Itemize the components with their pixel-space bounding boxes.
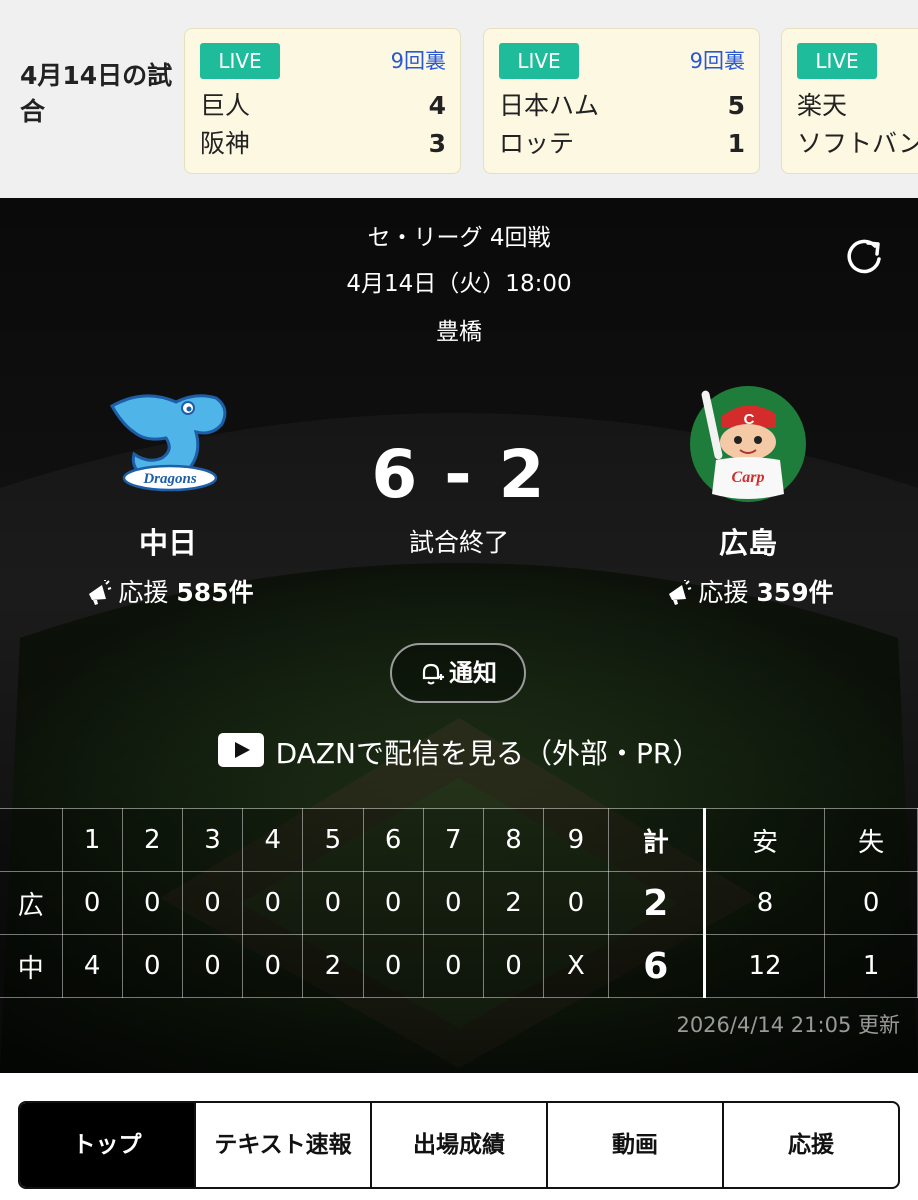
inning-cell: 0 — [362, 934, 424, 998]
inning-cell: 0 — [302, 871, 364, 935]
team-name: 阪神 — [200, 129, 251, 158]
errors-cell: 1 — [824, 934, 918, 998]
notify-label: 通知 — [449, 659, 497, 687]
team-cell: 中 — [0, 934, 63, 998]
header-cell: 9 — [543, 808, 609, 872]
dazn-link[interactable]: DAZNで配信を見る（外部・PR） — [0, 732, 918, 776]
header-cell: 失 — [824, 808, 918, 872]
hits-cell: 12 — [703, 934, 826, 998]
inning-cell: 2 — [302, 934, 364, 998]
inning-cell: 0 — [242, 871, 304, 935]
refresh-icon[interactable] — [842, 234, 888, 280]
header-cell: 5 — [302, 808, 364, 872]
team-name: 巨人 — [200, 91, 251, 120]
team-name: ソフトバンク — [797, 129, 918, 158]
header-cell: 4 — [242, 808, 304, 872]
header-cell: 2 — [121, 808, 183, 872]
team-name: 楽天 — [797, 91, 848, 120]
inning-cell: 0 — [61, 871, 123, 935]
dragons-logo-icon: Dragons — [109, 394, 227, 492]
header-cell: 6 — [362, 808, 424, 872]
inning-cell: 0 — [422, 934, 484, 998]
game-tabs: トップ テキスト速報 出場成績 動画 応援 — [18, 1101, 900, 1189]
cheer-label: 応援 — [698, 578, 749, 607]
tab-videos[interactable]: 動画 — [546, 1103, 722, 1187]
line-score-row: 中 4 0 0 0 2 0 0 0 X 6 12 1 — [0, 934, 918, 998]
header-cell: 安 — [703, 808, 826, 872]
team-name: ロッテ — [499, 129, 575, 158]
line-score-row: 広 0 0 0 0 0 0 0 2 0 2 8 0 — [0, 871, 918, 935]
inning-cell: 0 — [543, 871, 609, 935]
inning-cell: 0 — [121, 871, 183, 935]
carp-logo-icon: C Carp — [690, 386, 806, 502]
bell-plus-icon — [422, 663, 444, 685]
total-runs-cell: 2 — [607, 871, 706, 935]
team-score: 4 — [428, 91, 446, 120]
team-score: 1 — [727, 129, 745, 158]
tab-text-updates[interactable]: テキスト速報 — [194, 1103, 370, 1187]
game-card[interactable]: LIVE 9回裏 巨人 4 阪神 3 — [184, 28, 461, 174]
total-runs-cell: 6 — [607, 934, 706, 998]
header-cell: 1 — [61, 808, 123, 872]
team-cell: 広 — [0, 871, 63, 935]
header-cell: 8 — [482, 808, 545, 872]
tab-cheer[interactable]: 応援 — [722, 1103, 898, 1187]
inning-cell: 0 — [181, 934, 244, 998]
home-cheer-button[interactable]: 応援 585件 — [40, 574, 300, 612]
dazn-label: DAZNで配信を見る（外部・PR） — [275, 737, 701, 770]
league-label: セ・リーグ 4回戦 — [367, 225, 551, 251]
inning-cell: X — [543, 934, 609, 998]
errors-cell: 0 — [824, 871, 918, 935]
tab-player-stats[interactable]: 出場成績 — [370, 1103, 546, 1187]
live-badge: LIVE — [797, 43, 877, 79]
team-score: 5 — [727, 91, 745, 120]
team-score: 3 — [428, 129, 446, 158]
inning-cell: 0 — [121, 934, 183, 998]
cheer-count: 359件 — [756, 578, 834, 607]
live-badge: LIVE — [200, 43, 280, 79]
tab-top[interactable]: トップ — [20, 1103, 194, 1187]
inning-cell: 0 — [422, 871, 484, 935]
inning-cell: 4 — [61, 934, 123, 998]
line-score-table: 1 2 3 4 5 6 7 8 9 計 安 失 広 0 0 0 0 0 0 0 … — [0, 808, 918, 998]
notify-button[interactable]: 通知 — [390, 643, 526, 703]
hits-cell: 8 — [703, 871, 826, 935]
home-team-name: 中日 — [138, 526, 197, 560]
venue-label: 豊橋 — [436, 319, 482, 345]
final-score: 6 - 2 — [371, 436, 547, 513]
game-card[interactable]: LIVE 楽天 ソフトバンク — [781, 28, 918, 174]
header-cell: 3 — [181, 808, 244, 872]
inning-cell: 0 — [362, 871, 424, 935]
cheer-label: 応援 — [118, 578, 169, 607]
svg-text:Carp: Carp — [732, 469, 765, 486]
strip-date-label: 4月14日の試合 — [20, 61, 173, 126]
line-score-header-row: 1 2 3 4 5 6 7 8 9 計 安 失 — [0, 808, 918, 872]
header-cell — [0, 808, 63, 872]
play-icon — [217, 733, 264, 767]
inning-label: 9回裏 — [689, 49, 745, 73]
game-status: 試合終了 — [408, 528, 509, 557]
cheer-count: 585件 — [176, 578, 254, 607]
game-hero: セ・リーグ 4回戦 4月14日（火）18:00 豊橋 Dragons C Car… — [0, 198, 918, 1073]
megaphone-icon — [669, 580, 692, 605]
away-cheer-button[interactable]: 応援 359件 — [620, 574, 880, 612]
inning-cell: 2 — [482, 871, 545, 935]
away-team-name: 広島 — [718, 526, 777, 560]
inning-cell: 0 — [242, 934, 304, 998]
header-cell: 計 — [607, 808, 706, 872]
megaphone-icon — [89, 580, 112, 605]
header-cell: 7 — [422, 808, 484, 872]
svg-text:Dragons: Dragons — [142, 471, 197, 487]
inning-cell: 0 — [181, 871, 244, 935]
inning-cell: 0 — [482, 934, 545, 998]
game-datetime: 4月14日（火）18:00 — [346, 271, 572, 297]
game-card[interactable]: LIVE 9回裏 日本ハム 5 ロッテ 1 — [483, 28, 760, 174]
team-name: 日本ハム — [499, 91, 600, 120]
inning-label: 9回裏 — [390, 49, 446, 73]
updated-timestamp: 2026/4/14 21:05 更新 — [676, 1013, 900, 1037]
games-strip: 4月14日の試合 LIVE 9回裏 巨人 4 阪神 3 LIVE 9回裏 日本ハム 5… — [0, 0, 918, 198]
live-badge: LIVE — [499, 43, 579, 79]
